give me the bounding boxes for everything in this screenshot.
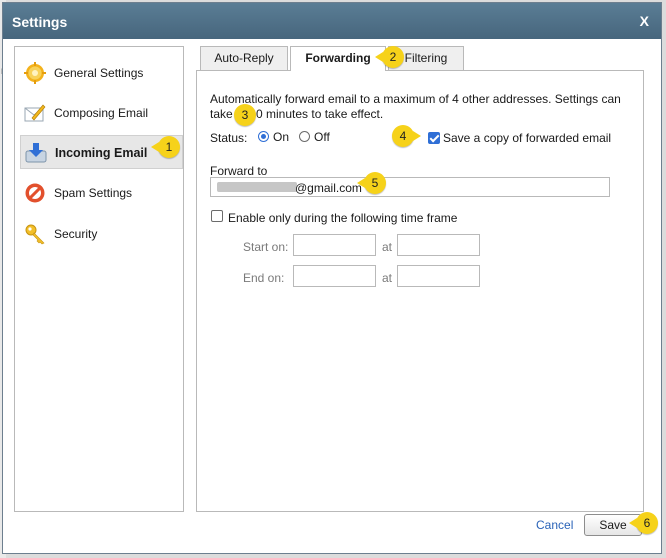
start-at-label: at	[382, 240, 393, 254]
end-on-label: End on:	[243, 271, 285, 285]
forward-to-value: @gmail.com	[295, 181, 362, 195]
sidebar-item-spam-settings[interactable]: Spam Settings	[20, 176, 183, 210]
inbox-download-icon	[25, 143, 47, 163]
callout-badge-3: 3	[234, 104, 256, 126]
sidebar-item-label: Incoming Email	[55, 146, 148, 160]
sidebar-item-label: Security	[54, 227, 98, 241]
end-date-input[interactable]	[293, 265, 376, 287]
callout-badge-6: 6	[629, 512, 658, 534]
callout-badge-5: 5	[357, 172, 386, 194]
spam-block-icon	[25, 183, 45, 203]
settings-sidebar: General Settings Composing Email Incomin…	[14, 46, 184, 512]
end-at-label: at	[382, 271, 393, 285]
redacted-email-local-part	[217, 182, 297, 192]
forwarding-info-line1: Automatically forward email to a maximum…	[210, 92, 621, 106]
sidebar-item-security[interactable]: Security	[20, 217, 183, 251]
end-time-input[interactable]	[397, 265, 480, 287]
callout-badge-4: 4	[392, 125, 421, 147]
status-on-radio[interactable]	[258, 131, 269, 142]
tab-forwarding[interactable]: Forwarding	[290, 46, 386, 71]
forward-to-label: Forward to	[210, 164, 268, 178]
sidebar-item-composing-email[interactable]: Composing Email	[20, 96, 183, 130]
forward-to-input[interactable]: @gmail.com	[210, 177, 610, 197]
cancel-link[interactable]: Cancel	[536, 518, 573, 532]
dialog-title: Settings	[12, 14, 68, 30]
sidebar-item-label: General Settings	[54, 66, 144, 80]
start-on-label: Start on:	[243, 240, 289, 254]
sidebar-item-label: Spam Settings	[54, 186, 133, 200]
status-off-label: Off	[314, 130, 330, 144]
gear-icon	[24, 62, 46, 84]
compose-icon	[24, 104, 46, 122]
tab-auto-reply[interactable]: Auto-Reply	[200, 46, 288, 70]
status-on-label: On	[273, 130, 290, 144]
time-frame-label: Enable only during the following time fr…	[228, 211, 458, 225]
sidebar-item-general-settings[interactable]: General Settings	[20, 56, 183, 90]
save-copy-checkbox[interactable]	[428, 132, 440, 144]
key-icon	[25, 224, 45, 245]
sidebar-item-label: Composing Email	[54, 106, 149, 120]
forwarding-info-line2-start: take	[210, 107, 233, 121]
callout-badge-2: 2	[375, 46, 404, 68]
dialog-titlebar: Settings X	[3, 3, 661, 39]
status-off-radio[interactable]	[299, 131, 310, 142]
close-button[interactable]: X	[640, 13, 649, 29]
time-frame-checkbox[interactable]	[211, 210, 223, 222]
start-date-input[interactable]	[293, 234, 376, 256]
start-time-input[interactable]	[397, 234, 480, 256]
callout-badge-1: 1	[151, 136, 180, 158]
status-label: Status:	[210, 131, 248, 145]
save-copy-label: Save a copy of forwarded email	[443, 131, 612, 145]
forwarding-info-line2-end: 0 minutes to take effect.	[256, 107, 384, 121]
